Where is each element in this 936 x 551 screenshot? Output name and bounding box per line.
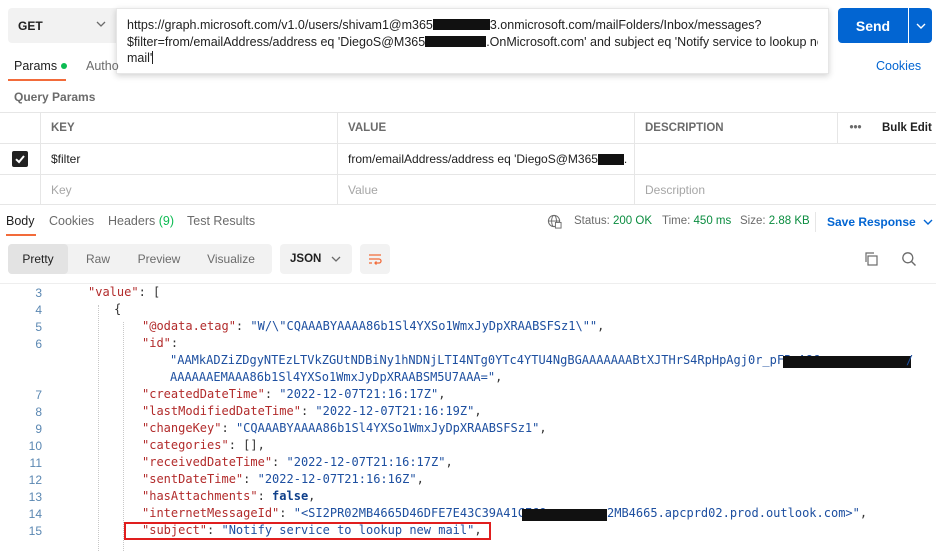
chevron-down-icon bbox=[923, 219, 933, 225]
tab-test-results[interactable]: Test Results bbox=[187, 214, 255, 228]
redaction-bar bbox=[432, 19, 490, 30]
text-cursor bbox=[152, 51, 154, 64]
tab-body[interactable]: Body bbox=[6, 214, 35, 228]
chevron-down-icon bbox=[916, 23, 925, 29]
tab-params[interactable]: Params bbox=[14, 59, 68, 73]
send-options-button[interactable] bbox=[909, 8, 932, 43]
code-line: 10 "categories": [], bbox=[28, 438, 265, 453]
view-visualize-button[interactable]: Visualize bbox=[190, 244, 272, 274]
url-line-1: https://graph.microsoft.com/v1.0/users/s… bbox=[127, 18, 762, 32]
code-line: 14 "internetMessageId": "<SI2PR02MB4665D… bbox=[28, 506, 868, 521]
tab-underline bbox=[6, 234, 36, 236]
query-params-title: Query Params bbox=[14, 90, 96, 104]
subject-highlight-box bbox=[124, 522, 491, 540]
code-line: 8 "lastModifiedDateTime": "2022-12-07T21… bbox=[35, 404, 482, 419]
redaction-bar bbox=[783, 356, 911, 368]
active-indicator-dot bbox=[61, 63, 68, 69]
view-mode-group: Pretty Raw Preview Visualize bbox=[8, 244, 272, 274]
tab-underline bbox=[8, 79, 66, 81]
code-line: 6 "id": bbox=[35, 336, 179, 351]
status-value: 200 OK bbox=[613, 215, 653, 227]
param-value-cell[interactable]: from/emailAddress/address eq 'DiegoS@M36… bbox=[337, 144, 634, 174]
redaction-bar bbox=[522, 509, 607, 521]
search-icon[interactable] bbox=[901, 251, 917, 267]
url-line-3: mail' bbox=[127, 51, 154, 65]
time-indicator: Time: 450 ms bbox=[662, 215, 732, 227]
redaction-bar bbox=[597, 153, 624, 165]
new-description-input[interactable]: Description bbox=[634, 175, 837, 205]
chevron-down-icon bbox=[331, 256, 341, 262]
code-line: 5 "@odata.etag": "W/\"CQAAABYAAAA86b1Sl4… bbox=[35, 319, 605, 334]
code-line: 11 "receivedDateTime": "2022-12-07T21:16… bbox=[29, 455, 453, 470]
redaction-bar bbox=[425, 35, 487, 47]
wrap-lines-button[interactable] bbox=[360, 244, 390, 274]
code-line: 13 "hasAttachments": false, bbox=[28, 489, 316, 504]
save-response-button[interactable]: Save Response bbox=[827, 215, 933, 229]
send-label: Send bbox=[855, 17, 891, 34]
new-value-input[interactable]: Value bbox=[337, 175, 634, 205]
column-header-description: DESCRIPTION bbox=[634, 113, 837, 143]
code-line: 4 { bbox=[35, 302, 122, 317]
size-value: 2.88 KB bbox=[768, 215, 810, 227]
method-select[interactable]: GET bbox=[8, 8, 116, 43]
checkmark-icon bbox=[15, 155, 25, 164]
size-indicator: Size: 2.88 KB bbox=[740, 215, 810, 227]
url-line-2: $filter=from/emailAddress/address eq 'Di… bbox=[127, 34, 818, 49]
table-row: $filter from/emailAddress/address eq 'Di… bbox=[0, 143, 936, 174]
method-label: GET bbox=[18, 18, 43, 33]
param-enabled-checkbox[interactable] bbox=[12, 151, 28, 167]
send-button[interactable]: Send bbox=[838, 8, 908, 43]
chevron-down-icon bbox=[96, 21, 106, 27]
view-raw-button[interactable]: Raw bbox=[68, 244, 128, 274]
divider bbox=[815, 212, 816, 232]
code-line: AAAAAAEMAAA86b1Sl4YXSo1WmxJyDpXRAABSM5U7… bbox=[170, 370, 503, 384]
tab-cookies[interactable]: Cookies bbox=[49, 214, 94, 228]
time-value: 450 ms bbox=[693, 215, 732, 227]
bulk-edit-button[interactable]: Bulk Edit bbox=[873, 113, 936, 143]
table-row-empty: Key Value Description bbox=[0, 174, 936, 205]
url-input[interactable]: https://graph.microsoft.com/v1.0/users/s… bbox=[116, 8, 829, 74]
copy-icon[interactable] bbox=[863, 251, 879, 267]
wrap-lines-icon bbox=[369, 254, 382, 265]
code-line: 7 "createdDateTime": "2022-12-07T21:16:1… bbox=[35, 387, 446, 402]
params-table: KEY VALUE DESCRIPTION ••• Bulk Edit $fil… bbox=[0, 112, 936, 205]
divider bbox=[0, 283, 936, 284]
new-key-input[interactable]: Key bbox=[40, 175, 337, 205]
globe-icon[interactable] bbox=[547, 214, 562, 229]
headers-count: (9) bbox=[158, 214, 175, 228]
column-header-value: VALUE bbox=[337, 113, 634, 143]
code-line: 9 "changeKey": "CQAAABYAAAA86b1Sl4YXSo1W… bbox=[35, 421, 547, 436]
code-line: 3 "value": [ bbox=[35, 285, 161, 300]
view-pretty-button[interactable]: Pretty bbox=[8, 244, 68, 274]
tab-headers[interactable]: Headers (9) bbox=[108, 214, 174, 228]
cookies-link[interactable]: Cookies bbox=[876, 59, 921, 73]
code-line: 12 "sentDateTime": "2022-12-07T21:16:16Z… bbox=[28, 472, 424, 487]
table-header-row: KEY VALUE DESCRIPTION ••• Bulk Edit bbox=[0, 112, 936, 143]
column-header-key: KEY bbox=[40, 113, 337, 143]
format-select[interactable]: JSON bbox=[280, 244, 352, 274]
format-label: JSON bbox=[290, 253, 322, 265]
more-options-button[interactable]: ••• bbox=[837, 113, 873, 143]
view-preview-button[interactable]: Preview bbox=[128, 244, 190, 274]
param-key-cell[interactable]: $filter bbox=[40, 144, 337, 174]
status-indicator: Status: 200 OK bbox=[574, 215, 653, 227]
response-body-editor[interactable]: 3 "value": [ 4 { 5 "@odata.etag": "W/\"C… bbox=[0, 285, 936, 551]
tab-authorization[interactable]: Autho bbox=[86, 59, 119, 73]
code-line: "AAMkADZiZDgyNTEzLTVkZGUtNDBiNy1hNDNjLTI… bbox=[170, 353, 914, 368]
param-description-cell[interactable] bbox=[634, 144, 837, 174]
